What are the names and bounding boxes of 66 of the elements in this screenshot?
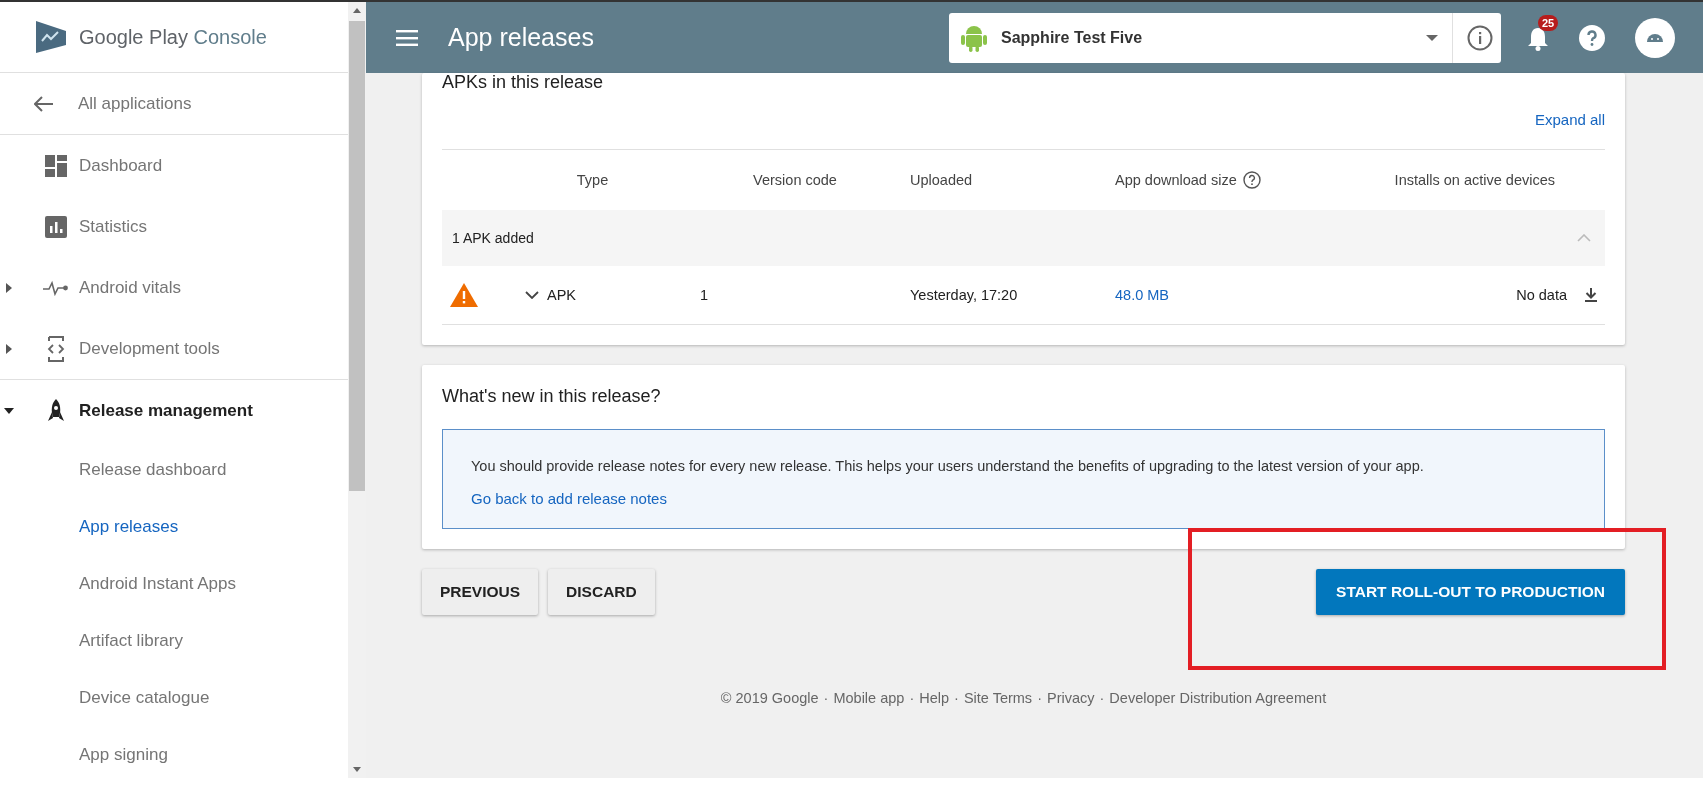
table-cell: Yesterday, 17:20 <box>910 287 1018 303</box>
column-header: Installs on active devices <box>1394 172 1555 188</box>
help-icon[interactable] <box>1242 171 1261 189</box>
card-title: What's new in this release? <box>442 387 662 408</box>
scrollbar[interactable] <box>348 2 366 778</box>
pulse-icon <box>43 279 69 296</box>
menu-icon[interactable] <box>396 29 418 46</box>
help-icon[interactable] <box>1579 24 1605 51</box>
column-header: Type <box>576 172 609 188</box>
apk-group-row[interactable]: 1 APK added <box>442 210 1605 266</box>
table-cell: 1 <box>700 287 709 303</box>
column-header: Uploaded <box>910 172 973 188</box>
scroll-down-icon <box>353 767 361 772</box>
account-avatar-icon[interactable] <box>1635 17 1675 58</box>
footer-link[interactable]: Mobile app <box>833 690 905 706</box>
notification-count-badge: 25 <box>1538 14 1559 31</box>
notice-text: You should provide release notes for every new release. This helps your users understand the benefits of upgrading to the latest version of your app. <box>471 458 1425 474</box>
sidebar-subitem[interactable]: Android Instant Apps <box>0 555 348 612</box>
footer-separator: · <box>954 690 959 706</box>
app-selector[interactable]: Sapphire Test Five <box>949 12 1501 63</box>
scroll-up-icon <box>353 8 361 13</box>
sidebar-item[interactable]: Development tools <box>0 318 348 379</box>
all-applications-link[interactable]: All applications <box>0 73 348 134</box>
chevron-icon[interactable] <box>525 291 539 299</box>
info-icon[interactable] <box>1467 24 1493 51</box>
copyright-text: © 2019 Google <box>720 690 819 706</box>
sidebar-item[interactable]: Dashboard <box>0 135 348 196</box>
android-icon <box>961 23 987 52</box>
sidebar-subitem[interactable]: Release dashboard <box>0 441 348 498</box>
expand-all-link[interactable]: Expand all <box>1534 111 1605 128</box>
app-logo-text: Google Play Console <box>79 25 267 49</box>
back-arrow-icon <box>34 95 54 112</box>
start-rollout-button[interactable]: START ROLL-OUT TO PRODUCTION <box>1316 569 1625 615</box>
sidebar-item[interactable]: Release management <box>0 380 348 441</box>
rocket-icon <box>47 398 65 423</box>
table-cell: APK <box>547 287 576 303</box>
sidebar-subitem[interactable]: Artifact library <box>0 612 348 669</box>
footer-link[interactable]: Help <box>919 690 950 706</box>
sidebar-item[interactable]: Android vitals <box>0 257 348 318</box>
download-size-link[interactable]: 48.0 MB <box>1115 287 1169 303</box>
previous-button[interactable]: PREVIOUS <box>422 569 539 615</box>
discard-button[interactable]: DISCARD <box>548 569 655 615</box>
page-title: App releases <box>448 23 594 52</box>
footer-separator: · <box>1099 690 1105 706</box>
column-header: App download size <box>1115 172 1237 188</box>
sidebar-subitem[interactable]: App signing <box>0 726 348 778</box>
footer-link[interactable]: Privacy <box>1046 690 1095 706</box>
code-device-icon <box>46 335 66 362</box>
play-console-logo-icon <box>34 19 68 55</box>
column-header: Version code <box>753 172 837 188</box>
footer-link[interactable]: Site Terms <box>963 690 1033 706</box>
bar-chart-icon <box>45 215 67 238</box>
card-title: APKs in this release <box>442 73 605 94</box>
add-release-notes-link[interactable]: Go back to add release notes <box>471 490 667 507</box>
sidebar-item[interactable]: Statistics <box>0 196 348 257</box>
footer-link[interactable]: Developer Distribution Agreement <box>1109 690 1327 706</box>
dropdown-caret-icon <box>1426 34 1438 41</box>
sidebar-subitem[interactable]: App releases <box>0 498 348 555</box>
dashboard-icon <box>45 154 67 177</box>
download-icon[interactable] <box>1585 288 1597 302</box>
footer-separator: · <box>823 690 829 706</box>
sidebar-subitem[interactable]: Device catalogue <box>0 669 348 726</box>
footer-separator: · <box>1037 690 1042 706</box>
table-cell: No data <box>1516 287 1567 303</box>
footer-separator: · <box>909 690 915 706</box>
group-label: 1 APK added <box>452 230 534 246</box>
